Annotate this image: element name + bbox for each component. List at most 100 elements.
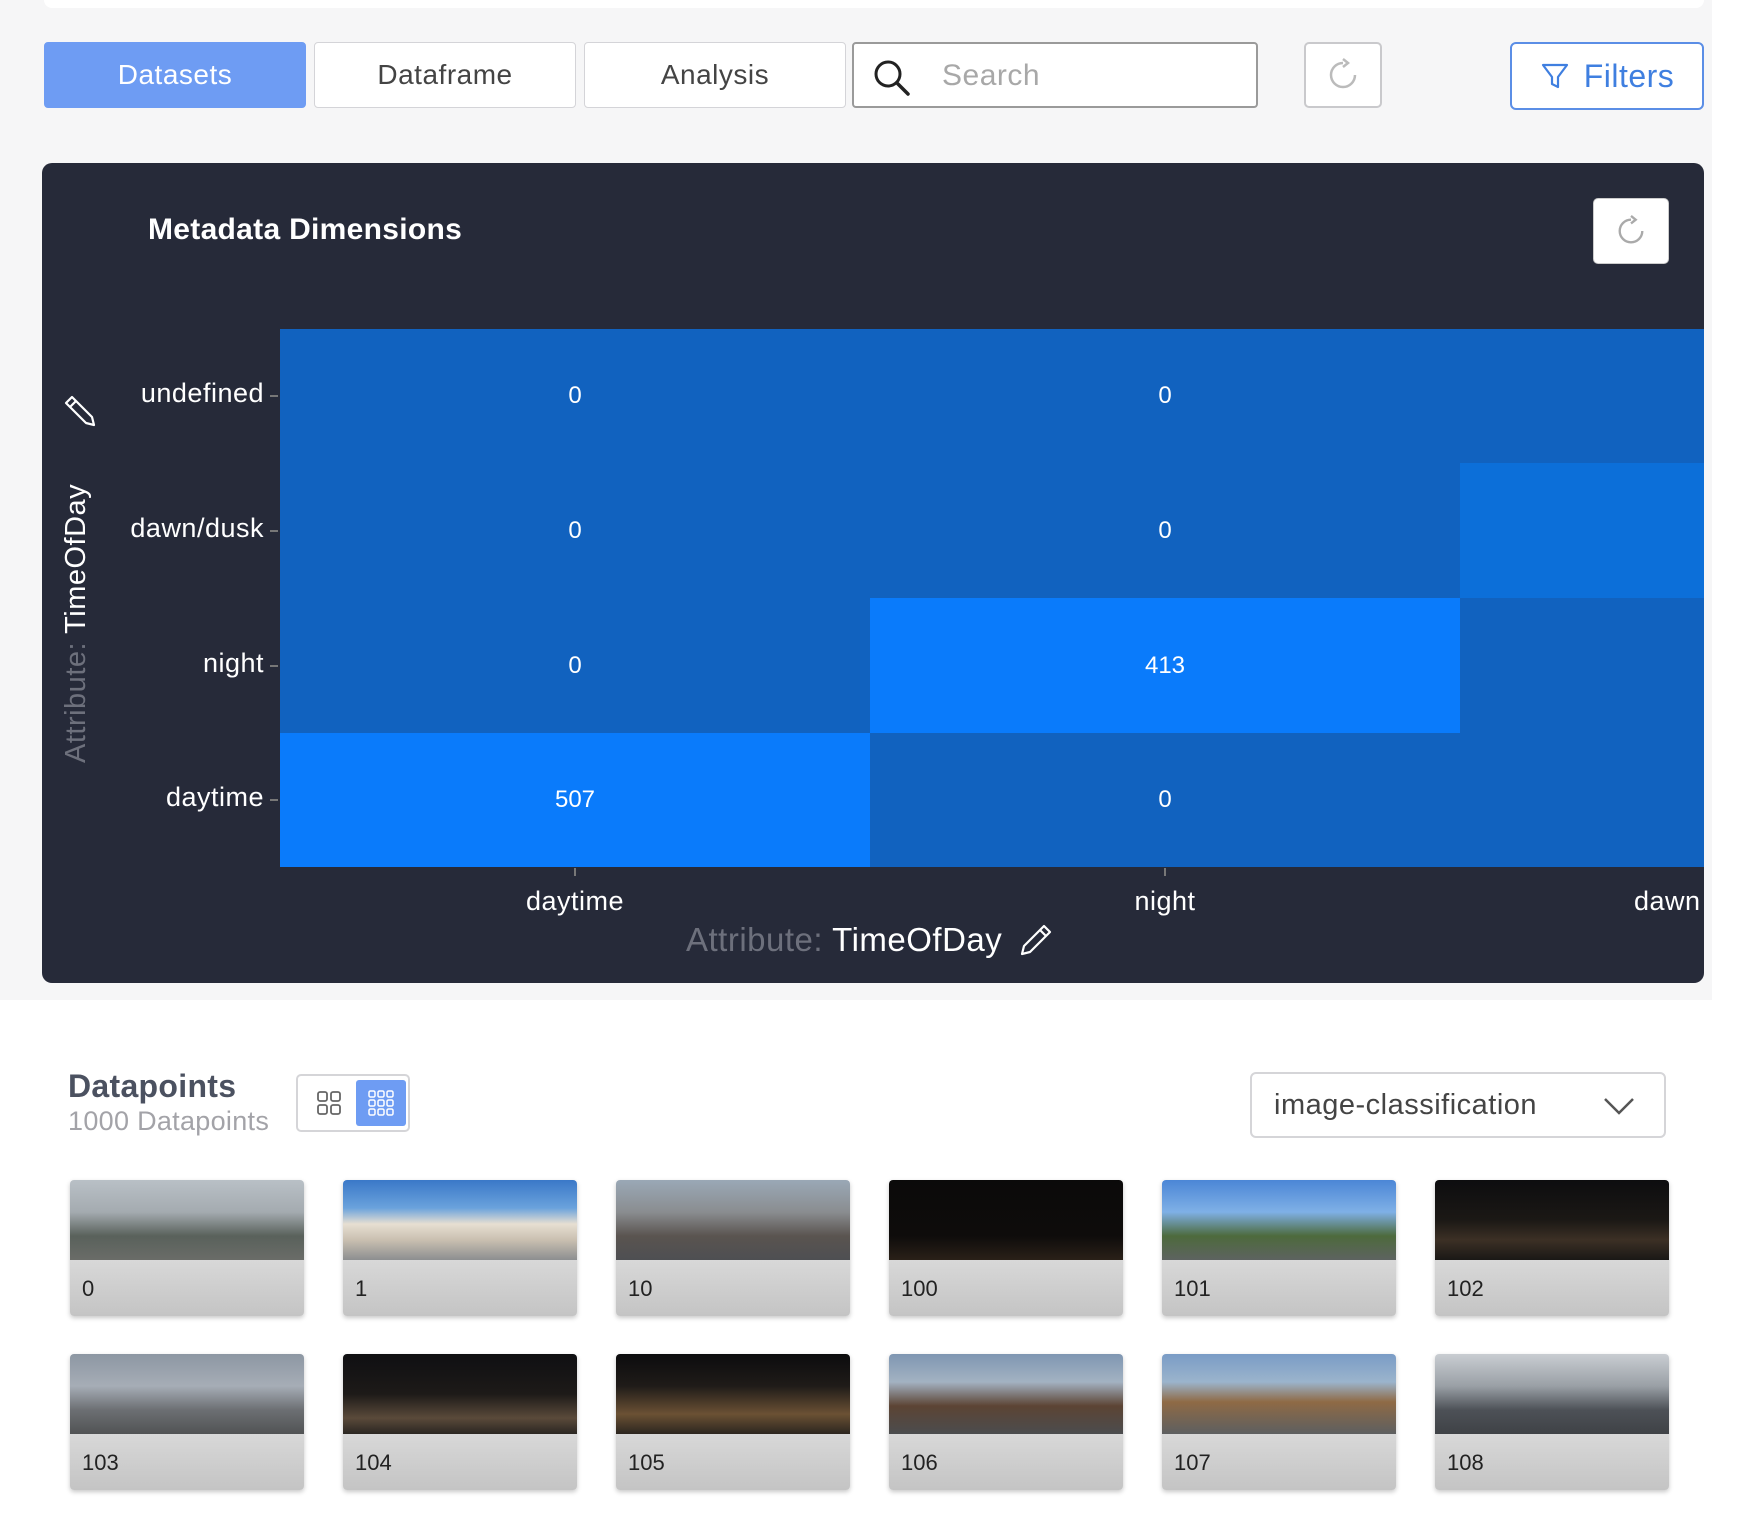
top-card-edge [44,0,1704,8]
datapoint-label: 10 [628,1276,653,1301]
task-select-value: image-classification [1274,1089,1538,1121]
thumbnail-image [70,1180,304,1260]
datapoint-label: 106 [901,1450,938,1475]
datapoint-thumbnail[interactable]: 107 [1162,1354,1396,1490]
y-tick-label: night [202,648,264,678]
metadata-dimensions-panel: Metadata Dimensions 0 0 0 0 0 413 507 0 … [42,163,1704,983]
heatmap-cell[interactable] [1460,598,1704,733]
thumbnail-image [343,1354,577,1434]
panel-refresh-button[interactable] [1593,198,1669,264]
search-box [852,42,1258,108]
heatmap-cell[interactable]: 0 [870,733,1460,867]
heatmap-cell[interactable] [1460,463,1704,598]
x-tick-label: daytime [525,886,625,916]
thumbnail-image [1162,1354,1396,1434]
thumbnail-image [616,1180,850,1260]
filter-icon [1541,63,1568,89]
heatmap-cell[interactable]: 0 [280,463,870,598]
datapoint-label: 101 [1174,1276,1211,1301]
thumbnail-image [1435,1354,1669,1434]
edit-y-attribute-icon[interactable] [60,391,100,431]
y-axis-attribute: TimeOfDay [60,483,92,634]
datapoints-count: 1000 Datapoints [68,1106,270,1136]
grid-small-icon [368,1090,394,1116]
heatmap-cell[interactable]: 0 [870,329,1460,463]
thumbnail-image [616,1354,850,1434]
y-tick [270,530,278,532]
datapoint-label: 107 [1174,1450,1211,1475]
y-tick-label: dawn/dusk [130,513,264,543]
chevron-down-icon [1604,1098,1634,1115]
edit-x-attribute-icon[interactable] [1016,920,1056,960]
datapoint-thumbnail[interactable]: 106 [889,1354,1123,1490]
heatmap-cell[interactable]: 0 [280,598,870,733]
datapoint-thumbnail[interactable]: 104 [343,1354,577,1490]
thumbnail-image [1162,1180,1396,1260]
datapoint-label: 104 [355,1450,392,1475]
heatmap-cell[interactable] [1460,733,1704,867]
datapoint-label: 1 [355,1276,368,1301]
datapoint-label: 102 [1447,1276,1484,1301]
datapoint-thumbnail[interactable]: 10 [616,1180,850,1316]
refresh-icon [1329,58,1357,89]
y-tick-label: daytime [165,782,264,812]
task-select[interactable]: image-classification [1250,1072,1666,1138]
search-icon [874,60,910,96]
y-tick [270,395,278,397]
heatmap-cell[interactable] [1460,329,1704,463]
cell-value: 0 [1158,382,1172,409]
datapoint-thumbnail[interactable]: 101 [1162,1180,1396,1316]
datapoint-thumbnail[interactable]: 1 [343,1180,577,1316]
cell-value: 0 [568,382,582,409]
datapoint-label: 108 [1447,1450,1484,1475]
thumbnail-image [343,1180,577,1260]
filters-label: Filters [1583,57,1675,94]
x-tick-label: dawn [1634,886,1701,916]
datapoint-thumbnail[interactable]: 103 [70,1354,304,1490]
datapoint-thumbnail[interactable]: 102 [1435,1180,1669,1316]
tab-analysis[interactable]: Analysis [584,42,846,108]
heatmap-cell[interactable]: 413 [870,598,1460,733]
thumbnail-image [889,1354,1123,1434]
y-tick [270,799,278,801]
datapoint-thumbnail[interactable]: 0 [70,1180,304,1316]
heatmap-cell[interactable]: 507 [280,733,870,867]
thumbnail-image [70,1354,304,1434]
datapoint-label: 0 [82,1276,95,1301]
filters-button[interactable]: Filters [1510,42,1704,110]
x-tick-label: night [1134,886,1196,916]
datapoint-label: 100 [901,1276,938,1301]
cell-value: 0 [568,516,582,544]
heatmap-cell[interactable]: 0 [280,329,870,463]
thumbnail-image [889,1180,1123,1260]
datapoint-thumbnail[interactable]: 100 [889,1180,1123,1316]
cell-value: 507 [554,786,596,813]
grid-large-icon [317,1091,341,1115]
y-axis-title: Attribute: TimeOfDay [60,484,93,763]
x-axis-title: Attribute: TimeOfDay [686,920,1056,960]
view-toggle [296,1074,410,1132]
x-axis-prefix: Attribute: [686,921,824,958]
y-tick [270,665,278,667]
datapoint-label: 105 [628,1450,665,1475]
y-axis-prefix: Attribute: [60,641,92,763]
datapoints-title: Datapoints [68,1068,237,1104]
tab-dataframe[interactable]: Dataframe [314,42,576,108]
refresh-button[interactable] [1304,42,1382,108]
search-input[interactable] [942,52,1242,100]
x-axis-attribute: TimeOfDay [832,921,1003,958]
tab-datasets[interactable]: Datasets [44,42,306,108]
refresh-icon [1618,215,1644,244]
datapoint-thumbnail[interactable]: 108 [1435,1354,1669,1490]
cell-value: 413 [1144,651,1186,679]
datapoint-thumbnail[interactable]: 105 [616,1354,850,1490]
x-tick [1164,868,1166,876]
large-grid-view-button[interactable] [304,1080,354,1126]
heatmap-cell[interactable]: 0 [870,463,1460,598]
x-tick [574,868,576,876]
cell-value: 0 [1158,786,1172,813]
cell-value: 0 [568,651,582,679]
cell-value: 0 [1158,516,1172,544]
small-grid-view-button[interactable] [356,1080,406,1126]
datapoint-label: 103 [82,1450,119,1475]
